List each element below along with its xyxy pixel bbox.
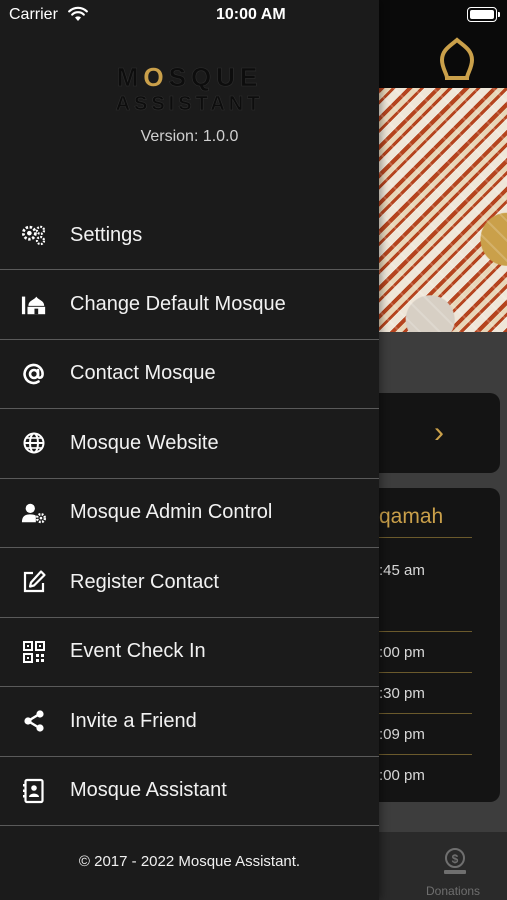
tab-donations[interactable]: Donations <box>426 884 480 898</box>
share-icon <box>21 708 47 734</box>
menu-item-label: Change Default Mosque <box>70 292 286 315</box>
menu-item-mosque-assistant[interactable]: Mosque Assistant <box>0 757 379 826</box>
menu-item-label: Mosque Assistant <box>70 779 227 802</box>
menu-item-label: Contact Mosque <box>70 362 216 385</box>
divider <box>379 754 472 755</box>
menu-item-register-contact[interactable]: Register Contact <box>0 548 379 618</box>
prayer-time: :45 am <box>379 562 425 579</box>
status-bar: Carrier 10:00 AM <box>0 0 507 30</box>
menu-item-invite-a-friend[interactable]: Invite a Friend <box>0 687 379 757</box>
iqamah-heading: qamah <box>379 505 444 528</box>
mosque-hero-image <box>379 88 507 332</box>
menu-item-label: Invite a Friend <box>70 709 197 732</box>
edit-icon <box>21 569 47 595</box>
globe-icon <box>21 430 47 456</box>
version-label: Version: 1.0.0 <box>140 128 239 145</box>
menu-item-label: Event Check In <box>70 640 206 663</box>
divider <box>379 672 472 673</box>
copyright-text: © 2017 - 2022 Mosque Assistant. <box>78 853 301 870</box>
app-logo-icon[interactable] <box>434 36 480 82</box>
divider <box>379 713 472 714</box>
donation-icon[interactable]: $ <box>440 846 470 876</box>
gears-icon <box>21 222 47 248</box>
drawer-menu: Settings Change Default Mosque Contact M… <box>0 201 379 826</box>
prayer-time: :00 pm <box>379 767 425 784</box>
user-gear-icon <box>21 500 47 526</box>
prayer-time: :09 pm <box>379 726 425 743</box>
menu-item-settings[interactable]: Settings <box>0 201 379 270</box>
carrier-label: Carrier <box>9 6 58 23</box>
menu-item-label: Mosque Admin Control <box>70 501 273 524</box>
menu-item-mosque-admin-control[interactable]: Mosque Admin Control <box>0 479 379 548</box>
side-drawer: MOSQUE ASSISTANT Version: 1.0.0 Settings <box>0 0 379 900</box>
chevron-right-icon[interactable]: › <box>434 418 444 448</box>
menu-item-contact-mosque[interactable]: Contact Mosque <box>0 340 379 409</box>
prayer-time: :30 pm <box>379 685 425 702</box>
wifi-icon <box>68 6 88 21</box>
menu-item-event-check-in[interactable]: Event Check In <box>0 618 379 687</box>
battery-icon <box>467 7 500 22</box>
divider <box>379 631 472 632</box>
next-prayer-card[interactable] <box>360 393 500 473</box>
qr-code-icon <box>21 639 47 665</box>
menu-item-label: Settings <box>70 223 143 246</box>
app-brand-logo: MOSQUE ASSISTANT <box>115 62 264 116</box>
menu-item-change-default-mosque[interactable]: Change Default Mosque <box>0 270 379 340</box>
at-icon <box>21 361 47 387</box>
divider <box>379 537 472 538</box>
menu-item-mosque-website[interactable]: Mosque Website <box>0 409 379 479</box>
menu-item-label: Register Contact <box>70 570 219 593</box>
menu-item-label: Mosque Website <box>70 431 219 454</box>
svg-text:$: $ <box>452 852 459 866</box>
status-time: 10:00 AM <box>216 6 286 23</box>
prayer-time: :00 pm <box>379 644 425 661</box>
contact-book-icon <box>21 778 47 804</box>
mosque-icon <box>21 291 47 317</box>
